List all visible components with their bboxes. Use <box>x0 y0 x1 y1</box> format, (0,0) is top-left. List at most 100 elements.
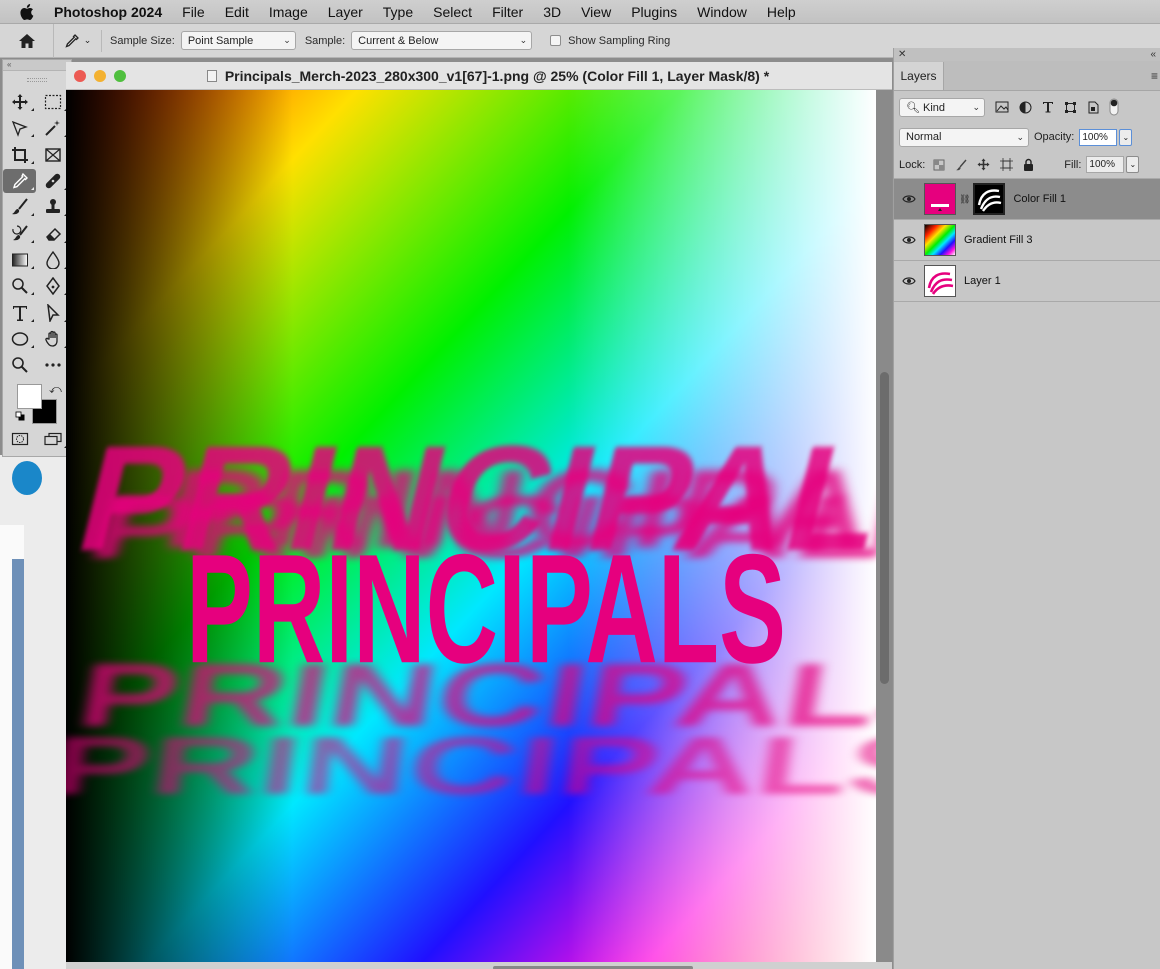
menu-type[interactable]: Type <box>373 4 423 20</box>
layer-filter-select[interactable]: 🔍︎ Kind ⌄ <box>899 97 985 117</box>
blend-mode-select[interactable]: Normal ⌄ <box>899 127 1029 147</box>
tool-preset-picker[interactable]: ⌄ <box>54 29 102 52</box>
default-colors-icon[interactable] <box>15 411 25 421</box>
layer-row-gradient-fill-3[interactable]: Gradient Fill 3 <box>894 220 1160 261</box>
magic-wand-tool[interactable] <box>36 116 69 140</box>
crop-icon <box>11 146 28 163</box>
more-tools-button[interactable] <box>36 353 69 377</box>
menu-window[interactable]: Window <box>687 4 757 20</box>
sample-size-select[interactable]: Point Sample ⌄ <box>180 31 296 50</box>
hand-icon <box>44 330 58 347</box>
app-name-menu[interactable]: Photoshop 2024 <box>54 4 172 20</box>
zoom-icon <box>11 357 28 373</box>
collapse-panel-icon[interactable]: « <box>1150 49 1156 60</box>
layer-name[interactable]: Gradient Fill 3 <box>964 234 1032 246</box>
sampling-ring-checkbox[interactable] <box>550 35 562 46</box>
dodge-tool[interactable] <box>3 274 36 298</box>
menu-select[interactable]: Select <box>423 4 482 20</box>
eraser-icon <box>45 227 61 241</box>
move-tool[interactable] <box>3 90 36 114</box>
lock-position-icon[interactable] <box>977 158 990 171</box>
close-panel-icon[interactable]: ✕ <box>898 49 906 60</box>
layer-name[interactable]: Color Fill 1 <box>1013 193 1066 205</box>
opacity-slider-button[interactable]: ⌄ <box>1119 128 1133 146</box>
ellipse-tool[interactable] <box>3 327 36 351</box>
filter-smart-object-icon[interactable] <box>1087 101 1099 114</box>
menu-view[interactable]: View <box>571 4 621 20</box>
layer-row-layer-1[interactable]: Layer 1 <box>894 261 1160 302</box>
document-title-bar[interactable]: Principals_Merch-2023_280x300_v1[67]-1.p… <box>66 62 892 90</box>
screen-mode-button[interactable] <box>36 427 69 451</box>
brush-tool[interactable] <box>3 195 36 219</box>
layer-1-thumbnail[interactable] <box>924 265 956 297</box>
fill-input[interactable]: 100% <box>1086 156 1125 173</box>
fill-slider-button[interactable]: ⌄ <box>1126 156 1140 173</box>
menu-image[interactable]: Image <box>259 4 318 20</box>
color-fill-thumbnail[interactable] <box>924 183 956 215</box>
visibility-eye-icon[interactable] <box>894 276 924 286</box>
frame-tool[interactable] <box>36 143 69 167</box>
image-canvas[interactable]: PRINCIPALS PRINCIPALS PRINCIPALS PRINCIP… <box>66 90 876 962</box>
close-window-button[interactable] <box>74 70 86 82</box>
filter-shape-icon[interactable] <box>1064 101 1077 114</box>
type-tool[interactable] <box>3 301 36 325</box>
menu-filter[interactable]: Filter <box>482 4 533 20</box>
menu-layer[interactable]: Layer <box>318 4 373 20</box>
filter-adjustment-icon[interactable] <box>1019 101 1032 114</box>
blur-tool[interactable] <box>36 248 69 272</box>
gradient-fill-thumbnail[interactable] <box>924 224 956 256</box>
path-selection-tool[interactable] <box>36 301 69 325</box>
menu-help[interactable]: Help <box>757 4 806 20</box>
home-button[interactable] <box>0 23 54 58</box>
vertical-scrollbar[interactable] <box>878 90 892 962</box>
panel-grip[interactable] <box>3 71 71 89</box>
lock-transparent-pixels-icon[interactable] <box>933 159 945 171</box>
filter-type-icon[interactable] <box>1042 101 1054 113</box>
lasso-tool[interactable] <box>3 116 36 140</box>
sample-size-value: Point Sample <box>187 34 254 47</box>
menu-edit[interactable]: Edit <box>215 4 259 20</box>
artwork-echo-text: PRINCIPALS <box>66 719 876 811</box>
healing-brush-tool[interactable] <box>36 169 69 193</box>
layer-mask-thumbnail[interactable] <box>973 183 1006 215</box>
layer-row-color-fill-1[interactable]: ⛓ Color Fill 1 <box>894 179 1160 220</box>
lock-artboard-icon[interactable] <box>1000 158 1014 171</box>
zoom-tool[interactable] <box>3 353 36 377</box>
tab-layers[interactable]: Layers <box>894 62 944 90</box>
eyedropper-tool[interactable] <box>3 169 36 194</box>
menu-plugins[interactable]: Plugins <box>621 4 687 20</box>
magic-wand-icon <box>44 120 60 137</box>
lock-image-pixels-icon[interactable] <box>955 159 967 171</box>
filter-pixel-icon[interactable] <box>995 101 1009 113</box>
eraser-tool[interactable] <box>36 222 69 246</box>
quick-mask-button[interactable] <box>3 427 36 451</box>
vertical-scroll-thumb[interactable] <box>880 372 889 684</box>
filter-toggle-icon[interactable] <box>1109 98 1119 116</box>
visibility-eye-icon[interactable] <box>894 235 924 245</box>
lock-all-icon[interactable] <box>1023 158 1034 171</box>
chevron-down-icon: ⌄ <box>83 35 92 45</box>
clone-stamp-tool[interactable] <box>36 195 69 219</box>
artwork-main-text: PRINCIPALS <box>186 523 786 696</box>
pen-tool[interactable] <box>36 274 69 298</box>
opacity-input[interactable]: 100% <box>1079 128 1118 146</box>
history-brush-tool[interactable] <box>3 222 36 246</box>
foreground-color-swatch[interactable] <box>17 384 42 410</box>
collapse-panel-icon[interactable]: « <box>3 60 71 71</box>
crop-tool[interactable] <box>3 143 36 167</box>
visibility-eye-icon[interactable] <box>894 194 924 204</box>
minimize-window-button[interactable] <box>94 70 106 82</box>
panel-menu-icon[interactable]: ≡ <box>1151 69 1158 83</box>
mask-link-icon[interactable]: ⛓ <box>959 194 970 205</box>
marquee-tool[interactable] <box>36 90 69 114</box>
layer-name[interactable]: Layer 1 <box>964 275 1001 287</box>
swap-colors-icon[interactable]: ⤺ <box>49 382 62 397</box>
hand-tool[interactable] <box>36 327 69 351</box>
zoom-window-button[interactable] <box>114 70 126 82</box>
brush-icon <box>11 198 28 215</box>
sample-select[interactable]: Current & Below ⌄ <box>351 31 533 50</box>
gradient-tool[interactable] <box>3 248 36 272</box>
menu-file[interactable]: File <box>172 4 215 20</box>
menu-3d[interactable]: 3D <box>533 4 571 20</box>
apple-menu-icon[interactable] <box>0 3 54 20</box>
